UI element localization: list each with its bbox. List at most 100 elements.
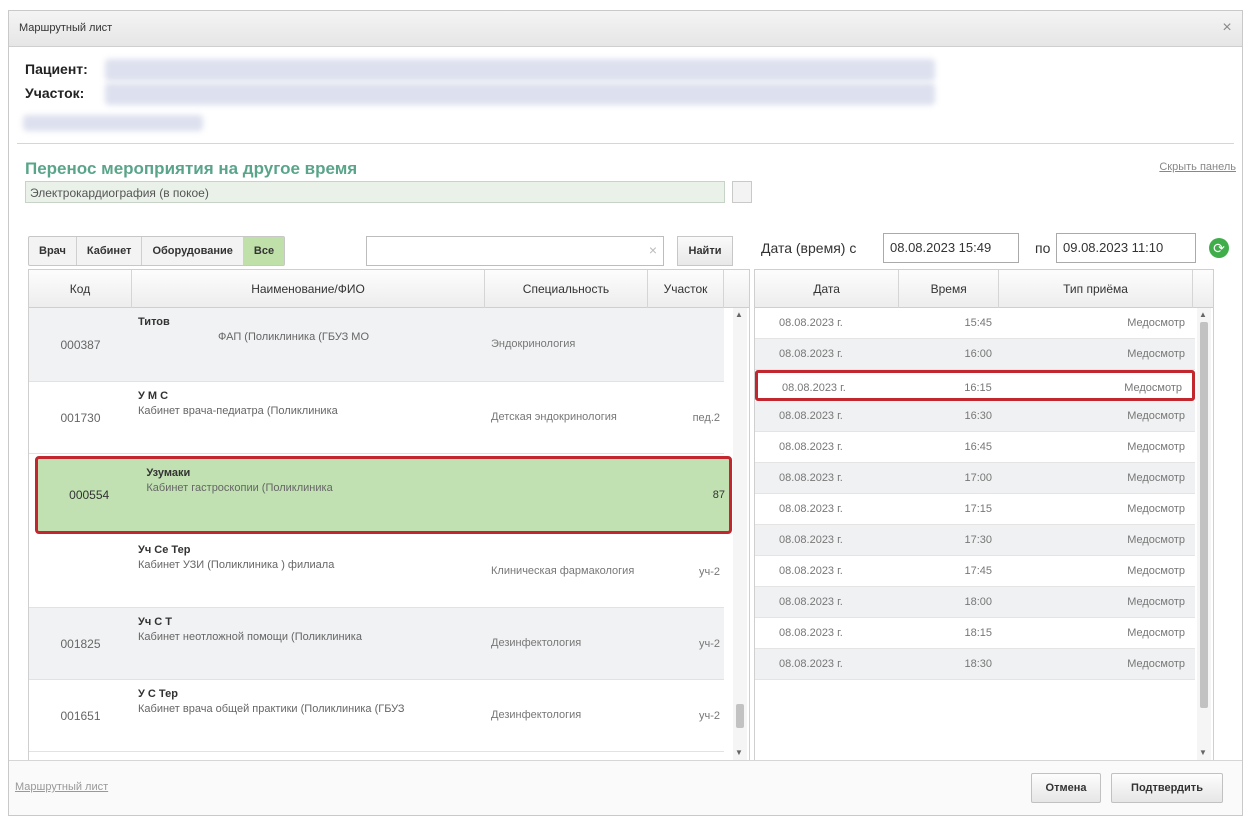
scroll-thumb[interactable]	[736, 704, 744, 728]
slot-date: 08.08.2023 г.	[779, 503, 843, 515]
slot-date: 08.08.2023 г.	[779, 596, 843, 608]
scroll-up-icon[interactable]: ▲	[735, 310, 743, 319]
event-field[interactable]: Электрокардиография (в покое)	[25, 181, 725, 203]
row-area: пед.2	[692, 411, 720, 424]
row-cabinet: Кабинет врача-педиатра (Поликлиника	[138, 405, 338, 417]
row-doctor-name: Узумаки	[146, 467, 191, 479]
row-specialty: Детская эндокринология	[491, 411, 617, 423]
slot-type: Медосмотр	[1127, 627, 1185, 639]
header-spacer	[1193, 270, 1213, 308]
slot-row[interactable]: 08.08.2023 г. 17:30 Медосмотр	[755, 525, 1195, 556]
table-row[interactable]: 000387 Титов ФАП (Поликлиника (ГБУЗ МО Э…	[29, 308, 724, 382]
row-doctor-name: Титов	[138, 316, 170, 328]
scroll-up-icon[interactable]: ▲	[1199, 310, 1207, 319]
cancel-button[interactable]: Отмена	[1031, 773, 1101, 803]
slot-time: 15:45	[964, 317, 992, 329]
slot-row[interactable]: 08.08.2023 г. 15:45 Медосмотр	[755, 308, 1195, 339]
slot-row[interactable]: 08.08.2023 г. 16:30 Медосмотр	[755, 401, 1195, 432]
slot-type: Медосмотр	[1127, 565, 1185, 577]
date-range-label: Дата (время) с	[761, 240, 857, 256]
find-button[interactable]: Найти	[677, 236, 733, 266]
slot-date: 08.08.2023 г.	[779, 348, 843, 360]
row-code	[29, 536, 132, 607]
slot-date: 08.08.2023 г.	[782, 382, 846, 394]
confirm-button[interactable]: Подтвердить	[1111, 773, 1223, 803]
row-area: уч-2	[698, 565, 720, 578]
section-title: Перенос мероприятия на другое время	[25, 159, 358, 178]
slot-row[interactable]: 08.08.2023 г. 18:00 Медосмотр	[755, 587, 1195, 618]
doctors-table: Код Наименование/ФИО Специальность Участ…	[28, 269, 750, 761]
slot-time: 17:45	[964, 565, 992, 577]
route-sheet-dialog: Маршрутный лист × Пациент: Участок: Пере…	[8, 10, 1243, 816]
row-doctor-name: У С Тер	[138, 688, 178, 700]
route-sheet-link[interactable]: Маршрутный лист	[15, 781, 108, 793]
dialog-titlebar: Маршрутный лист ×	[9, 11, 1242, 47]
slot-row-selected[interactable]: 08.08.2023 г. 16:15 Медосмотр	[755, 370, 1195, 401]
header-specialty[interactable]: Специальность	[485, 270, 648, 308]
row-specialty	[491, 459, 653, 531]
slot-type: Медосмотр	[1127, 472, 1185, 484]
tab-doctor[interactable]: Врач	[29, 237, 77, 265]
row-cabinet: Кабинет врача общей практики (Поликлиник…	[138, 703, 405, 715]
slot-row[interactable]: 08.08.2023 г. 17:00 Медосмотр	[755, 463, 1195, 494]
row-code: 001825	[60, 636, 101, 651]
header-name[interactable]: Наименование/ФИО	[132, 270, 485, 308]
header-time[interactable]: Время	[899, 270, 999, 308]
table-row[interactable]: Уч Се Тер Кабинет УЗИ (Поликлиника ) фил…	[29, 536, 724, 608]
doctors-scrollbar[interactable]: ▲ ▼	[733, 308, 747, 760]
row-doctor-name: У М С	[138, 390, 169, 402]
header-spacer	[724, 270, 749, 308]
slot-row[interactable]: 08.08.2023 г. 16:00 Медосмотр	[755, 339, 1195, 370]
search-input[interactable]: ×	[366, 236, 664, 266]
slot-time: 18:15	[964, 627, 992, 639]
header-area[interactable]: Участок	[648, 270, 724, 308]
date-from-input[interactable]: 08.08.2023 15:49	[883, 233, 1019, 263]
date-to-input[interactable]: 09.08.2023 11:10	[1056, 233, 1196, 263]
refresh-icon[interactable]: ⟳	[1209, 238, 1229, 258]
slots-scrollbar[interactable]: ▲ ▼	[1197, 308, 1211, 760]
patient-label: Пациент:	[25, 61, 88, 77]
scroll-down-icon[interactable]: ▼	[1199, 748, 1207, 757]
scroll-down-icon[interactable]: ▼	[735, 748, 743, 757]
tab-all[interactable]: Все	[243, 237, 285, 265]
slot-time: 18:30	[964, 658, 992, 670]
row-doctor-name: Уч С Т	[138, 616, 173, 628]
tab-equipment[interactable]: Оборудование	[142, 237, 244, 265]
table-row[interactable]: 001730 У М С Кабинет врача-педиатра (Пол…	[29, 382, 724, 454]
scroll-thumb[interactable]	[1200, 322, 1208, 708]
slot-row[interactable]: 08.08.2023 г. 17:45 Медосмотр	[755, 556, 1195, 587]
row-name: Узумаки Кабинет гастроскопии (Поликлиник…	[140, 459, 491, 531]
slot-date: 08.08.2023 г.	[779, 410, 843, 422]
slots-table-header: Дата Время Тип приёма	[755, 270, 1213, 308]
slot-time: 17:15	[964, 503, 992, 515]
slot-type: Медосмотр	[1127, 441, 1185, 453]
slot-time: 16:45	[964, 441, 992, 453]
slot-row[interactable]: 08.08.2023 г. 16:45 Медосмотр	[755, 432, 1195, 463]
row-cabinet: Кабинет неотложной помощи (Поликлиника	[138, 631, 362, 643]
slot-time: 16:00	[964, 348, 992, 360]
dialog-title: Маршрутный лист	[19, 22, 113, 34]
slot-date: 08.08.2023 г.	[779, 658, 843, 670]
slot-type: Медосмотр	[1124, 382, 1182, 394]
date-to-label: по	[1035, 240, 1051, 256]
hide-panel-link[interactable]: Скрыть панель	[1159, 161, 1236, 173]
close-icon[interactable]: ×	[1218, 19, 1236, 37]
slot-row[interactable]: 08.08.2023 г. 18:30 Медосмотр	[755, 649, 1195, 680]
row-code: 001651	[60, 708, 101, 723]
slot-row[interactable]: 08.08.2023 г. 17:15 Медосмотр	[755, 494, 1195, 525]
table-row[interactable]: 001825 Уч С Т Кабинет неотложной помощи …	[29, 608, 724, 680]
clear-icon[interactable]: ×	[649, 242, 657, 258]
slot-time: 18:00	[964, 596, 992, 608]
row-name: Уч Се Тер Кабинет УЗИ (Поликлиника ) фил…	[132, 536, 485, 607]
row-doctor-name: Уч Се Тер	[138, 544, 191, 556]
divider	[17, 143, 1234, 144]
slot-row[interactable]: 08.08.2023 г. 18:15 Медосмотр	[755, 618, 1195, 649]
tab-cabinet[interactable]: Кабинет	[77, 237, 143, 265]
row-code: 000387	[60, 337, 101, 352]
header-code[interactable]: Код	[29, 270, 132, 308]
table-row[interactable]: 001651 У С Тер Кабинет врача общей практ…	[29, 680, 724, 752]
table-row-selected[interactable]: 000554 Узумаки Кабинет гастроскопии (Пол…	[35, 456, 732, 534]
event-select-button[interactable]	[732, 181, 752, 203]
header-date[interactable]: Дата	[755, 270, 900, 308]
header-type[interactable]: Тип приёма	[999, 270, 1194, 308]
